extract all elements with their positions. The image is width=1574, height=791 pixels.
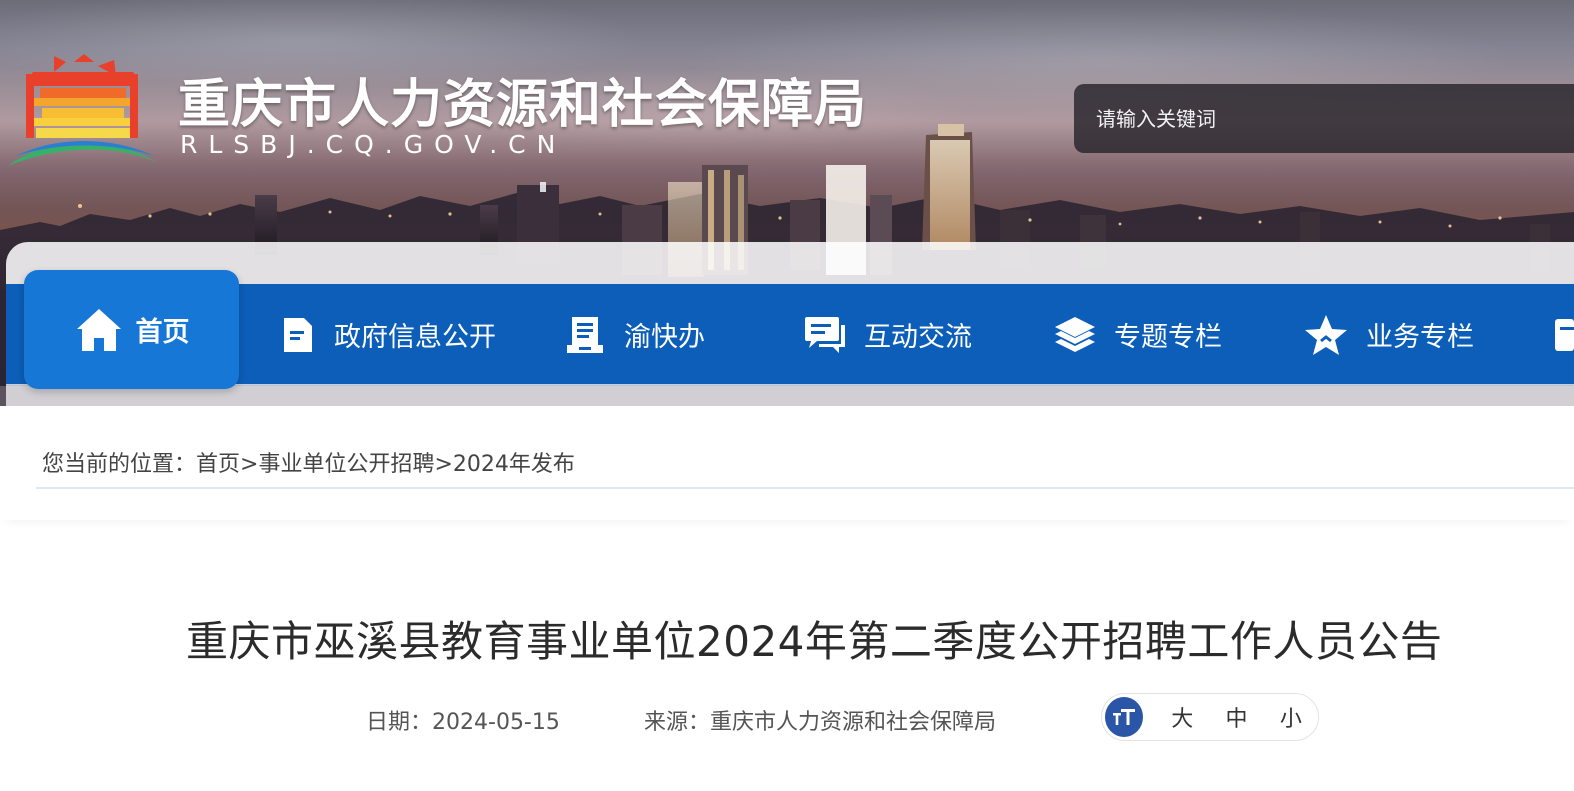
date-label: 日期：	[366, 710, 433, 735]
breadcrumb-link-recruitment[interactable]: 事业单位公开招聘	[258, 452, 434, 477]
nav-bottom-band	[6, 384, 1574, 406]
text-size-icon	[1105, 697, 1144, 737]
chat-icon	[802, 313, 848, 357]
nav-item-special-topics[interactable]: 专题专栏	[1052, 284, 1222, 385]
source-value: 重庆市人力资源和社会保障局	[710, 710, 997, 735]
search-box[interactable]	[1074, 84, 1574, 153]
site-url: RLSBJ.CQ.GOV.CN	[180, 130, 567, 159]
nav-item-yukuaiban[interactable]: 渝快办	[562, 284, 705, 385]
date-value: 2024-05-15	[432, 710, 560, 735]
nav-item-label: 政府信息公开	[334, 322, 496, 353]
breadcrumb-separator: >	[240, 452, 259, 477]
article-source: 来源：重庆市人力资源和社会保障局	[644, 704, 996, 736]
home-icon	[74, 306, 124, 354]
breadcrumb-separator: >	[434, 452, 453, 477]
document-icon	[278, 313, 318, 357]
search-input[interactable]	[1096, 84, 1574, 153]
font-size-control: 大 中 小	[1101, 693, 1319, 741]
nav-item-label: 首页	[135, 317, 190, 348]
page: 重庆市人力资源和社会保障局 RLSBJ.CQ.GOV.CN 首页 政府信息公开	[0, 0, 1574, 791]
breadcrumb-divider	[36, 487, 1574, 489]
nav-item-gov-info[interactable]: 政府信息公开	[278, 284, 496, 385]
temple-of-heaven-logo-icon	[8, 54, 156, 166]
breadcrumb-link-home[interactable]: 首页	[196, 452, 240, 477]
nav-top-band	[6, 242, 1574, 286]
nav-item-interaction[interactable]: 互动交流	[802, 284, 972, 385]
font-size-medium-button[interactable]: 中	[1209, 701, 1263, 733]
article-title: 重庆市巫溪县教育事业单位2024年第二季度公开招聘工作人员公告	[186, 617, 1443, 666]
breadcrumb-link-2024[interactable]: 2024年发布	[453, 452, 575, 477]
article-date: 日期：2024-05-15	[366, 704, 560, 736]
breadcrumb: 您当前的位置：首页>事业单位公开招聘>2024年发布	[42, 446, 575, 478]
nav-item-label: 互动交流	[864, 322, 972, 353]
nav-item-home[interactable]: 首页	[24, 270, 239, 389]
nav-item-business[interactable]: 业务专栏	[1302, 284, 1474, 385]
document-icon	[1552, 313, 1574, 357]
source-label: 来源：	[644, 710, 711, 735]
breadcrumb-prefix: 您当前的位置：	[42, 452, 197, 477]
font-size-large-button[interactable]: 大	[1155, 701, 1209, 733]
list-document-icon	[562, 313, 608, 357]
font-size-small-button[interactable]: 小	[1264, 701, 1318, 733]
site-title: 重庆市人力资源和社会保障局	[178, 75, 868, 135]
nav-item-more[interactable]	[1552, 284, 1574, 385]
nav-item-label: 专题专栏	[1114, 322, 1222, 353]
layers-icon	[1052, 313, 1098, 357]
nav-item-label: 渝快办	[624, 322, 705, 353]
nav-item-label: 业务专栏	[1366, 322, 1474, 353]
star-icon	[1302, 313, 1350, 357]
